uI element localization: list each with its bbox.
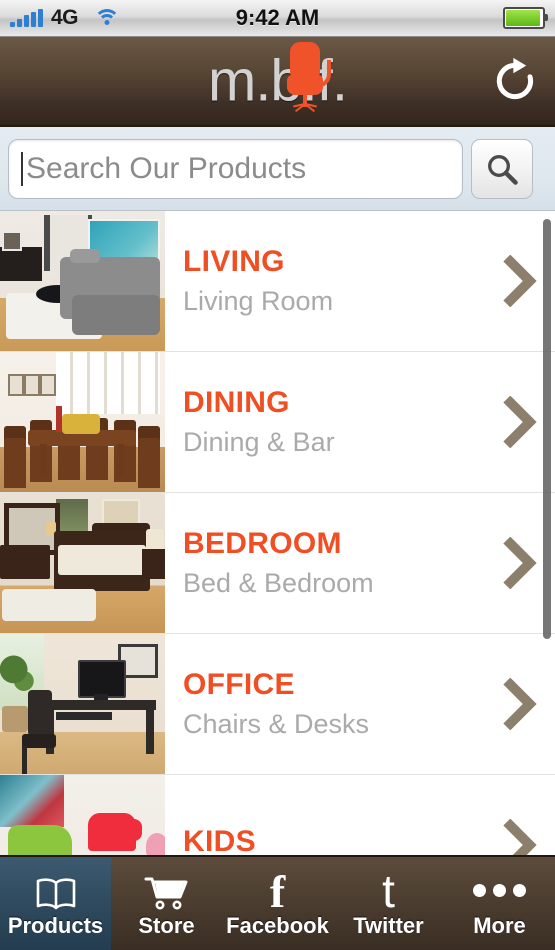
category-subtitle: Chairs & Desks	[183, 708, 370, 739]
chevron-right-icon	[491, 634, 555, 774]
category-title: DINING	[183, 386, 290, 420]
category-subtitle: Living Room	[183, 285, 334, 316]
category-thumbnail	[0, 352, 165, 492]
shopping-cart-icon	[144, 868, 190, 912]
search-button[interactable]	[471, 138, 533, 199]
open-book-icon	[34, 868, 78, 912]
category-title: OFFICE	[183, 668, 295, 702]
category-text: KIDS	[165, 775, 491, 860]
list-item[interactable]: KIDS	[0, 775, 555, 860]
category-thumbnail	[0, 634, 165, 774]
category-thumbnail	[0, 211, 165, 351]
category-list[interactable]: LIVING Living Room DINING Dining & Bar B…	[0, 211, 555, 860]
tab-facebook[interactable]: f Facebook	[222, 857, 333, 950]
tab-label: Store	[138, 913, 195, 939]
chevron-right-icon	[491, 775, 555, 860]
status-bar: 4G 9:42 AM	[0, 0, 555, 37]
battery-icon	[503, 7, 548, 29]
list-item[interactable]: DINING Dining & Bar	[0, 352, 555, 493]
tab-products[interactable]: Products	[0, 857, 111, 950]
category-text: OFFICE Chairs & Desks	[165, 634, 491, 774]
vertical-scrollbar[interactable]	[543, 219, 551, 639]
list-item[interactable]: BEDROOM Bed & Bedroom	[0, 493, 555, 634]
category-thumbnail	[0, 775, 165, 860]
search-icon	[488, 154, 518, 185]
app-screen: 4G 9:42 AM m.b.f. Search Our Products LI…	[0, 0, 555, 950]
twitter-icon: t	[382, 865, 395, 918]
refresh-button[interactable]	[483, 49, 547, 113]
tab-more[interactable]: More	[444, 857, 555, 950]
status-bar-clock: 9:42 AM	[235, 5, 320, 30]
text-caret	[21, 151, 23, 186]
brand-logo: m.b.f.	[158, 37, 398, 125]
category-subtitle: Dining & Bar	[183, 426, 335, 457]
category-title: LIVING	[183, 245, 285, 279]
tab-twitter[interactable]: t Twitter	[333, 857, 444, 950]
list-item[interactable]: LIVING Living Room	[0, 211, 555, 352]
tab-label: Facebook	[226, 913, 329, 939]
category-text: DINING Dining & Bar	[165, 352, 491, 492]
tab-label: More	[473, 913, 526, 939]
category-thumbnail	[0, 493, 165, 633]
search-input[interactable]: Search Our Products	[8, 138, 463, 199]
tab-label: Products	[7, 913, 104, 939]
category-title: BEDROOM	[183, 527, 342, 561]
ellipsis-icon	[473, 868, 526, 912]
bottom-tab-bar: Products Store f Facebook t Twitter More	[0, 855, 555, 950]
tab-store[interactable]: Store	[111, 857, 222, 950]
facebook-icon: f	[269, 866, 286, 918]
search-bar: Search Our Products	[0, 127, 555, 211]
refresh-icon	[496, 57, 534, 100]
app-header: m.b.f.	[0, 37, 555, 127]
category-subtitle: Bed & Bedroom	[183, 567, 374, 598]
list-item[interactable]: OFFICE Chairs & Desks	[0, 634, 555, 775]
category-text: LIVING Living Room	[165, 211, 491, 351]
brand-logo-text: m.b.f.	[207, 48, 348, 114]
tab-label: Twitter	[353, 913, 424, 939]
category-text: BEDROOM Bed & Bedroom	[165, 493, 491, 633]
search-placeholder: Search Our Products	[26, 151, 307, 185]
